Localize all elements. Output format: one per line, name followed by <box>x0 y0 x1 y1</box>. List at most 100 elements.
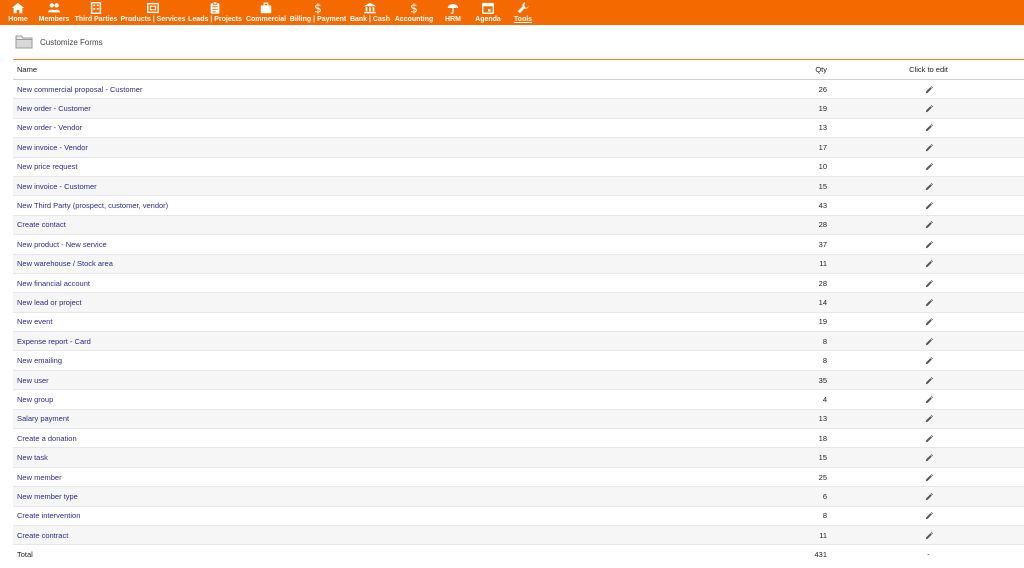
pencil-icon[interactable] <box>925 512 933 520</box>
umbrella-icon <box>447 4 459 14</box>
form-name-link[interactable]: New event <box>17 317 52 326</box>
nav-hrm[interactable]: HRM <box>440 0 466 25</box>
form-edit-cell <box>833 118 1024 139</box>
nav-tools[interactable]: Tools <box>511 0 535 25</box>
pencil-icon[interactable] <box>925 124 933 132</box>
pencil-icon[interactable] <box>925 260 933 268</box>
form-qty-cell: 8 <box>673 331 833 352</box>
form-name-link[interactable]: Create contact <box>17 220 66 229</box>
form-name-link[interactable]: Expense report - Card <box>17 337 91 346</box>
form-name-link[interactable]: New user <box>17 376 49 385</box>
form-qty-cell: 19 <box>673 98 833 119</box>
table-row: New user 35 <box>13 370 1024 391</box>
table-row: Expense report - Card 8 <box>13 331 1024 352</box>
pencil-icon[interactable] <box>925 492 933 501</box>
table-row: New Third Party (prospect, customer, ven… <box>13 195 1024 216</box>
nav-accounting[interactable]: $ Accounting <box>394 0 434 25</box>
form-name-link[interactable]: New invoice - Customer <box>17 182 97 191</box>
pencil-icon[interactable] <box>925 337 933 346</box>
nav-hrm-label: HRM <box>445 16 461 23</box>
table-row: New order - Customer 19 <box>13 98 1024 119</box>
form-qty-cell: 28 <box>673 273 833 294</box>
nav-bank-cash[interactable]: Bank | Cash <box>349 0 391 25</box>
form-name-link[interactable]: New group <box>17 395 53 404</box>
pencil-icon[interactable] <box>925 163 933 171</box>
nav-home[interactable]: Home <box>6 0 30 25</box>
table-header-row: Name Qty Click to edit <box>13 59 1024 80</box>
form-name-link[interactable]: New order - Customer <box>17 104 91 113</box>
form-edit-cell <box>833 137 1024 158</box>
nav-commercial[interactable]: Commercial <box>245 0 287 25</box>
form-name-cell: New event <box>13 312 673 333</box>
form-edit-cell <box>833 370 1024 391</box>
pencil-icon[interactable] <box>925 454 933 462</box>
form-edit-cell <box>833 467 1024 488</box>
pencil-icon[interactable] <box>925 85 933 94</box>
form-name-cell: New invoice - Vendor <box>13 137 673 158</box>
total-qty: 431 <box>673 544 833 565</box>
pencil-icon[interactable] <box>925 357 933 365</box>
form-name-link[interactable]: New emailing <box>17 356 62 365</box>
form-name-cell: New warehouse / Stock area <box>13 254 673 274</box>
form-edit-cell <box>833 447 1024 468</box>
nav-agenda[interactable]: Agenda <box>473 0 503 25</box>
pencil-icon[interactable] <box>925 221 933 229</box>
form-name-link[interactable]: Salary payment <box>17 414 69 423</box>
form-qty-cell: 13 <box>673 409 833 430</box>
page-header: Customize Forms <box>0 25 1024 59</box>
table-row: New price request 10 <box>13 157 1024 177</box>
form-name-link[interactable]: New commercial proposal - Customer <box>17 85 142 94</box>
form-qty-cell: 4 <box>673 389 833 410</box>
nav-members[interactable]: Members <box>37 0 71 25</box>
pencil-icon[interactable] <box>925 202 933 210</box>
form-edit-cell <box>833 215 1024 236</box>
pencil-icon[interactable] <box>925 415 933 423</box>
building-icon <box>90 2 102 14</box>
pencil-icon[interactable] <box>925 395 933 404</box>
form-name-link[interactable]: Create contract <box>17 531 68 540</box>
nav-products-services[interactable]: Products | Services <box>120 0 186 25</box>
nav-third-parties[interactable]: Third Parties <box>74 0 118 25</box>
pencil-icon[interactable] <box>925 473 933 482</box>
form-name-link[interactable]: New product - New service <box>17 240 107 249</box>
pencil-icon[interactable] <box>925 182 933 191</box>
form-name-link[interactable]: New task <box>17 453 48 462</box>
calendar-icon <box>482 2 494 14</box>
form-name-cell: Create a donation <box>13 428 673 449</box>
pencil-icon[interactable] <box>925 434 933 443</box>
table-row: Create contract 11 <box>13 525 1024 546</box>
pencil-icon[interactable] <box>925 279 933 288</box>
total-label: Total <box>13 544 673 565</box>
svg-text:$: $ <box>410 1 418 15</box>
nav-leads-projects[interactable]: Leads | Projects <box>188 0 242 25</box>
form-edit-cell <box>833 486 1024 507</box>
form-name-link[interactable]: New Third Party (prospect, customer, ven… <box>17 201 168 210</box>
form-name-link[interactable]: Create a donation <box>17 434 77 443</box>
top-menu-bar: Home Members Third Parties Products | Se… <box>0 0 1024 25</box>
form-name-link[interactable]: New warehouse / Stock area <box>17 259 113 268</box>
pencil-icon[interactable] <box>925 318 933 326</box>
form-name-link[interactable]: New member type <box>17 492 78 501</box>
form-name-link[interactable]: Create intervention <box>17 511 80 520</box>
pencil-icon[interactable] <box>925 240 933 249</box>
pencil-icon[interactable] <box>925 376 933 385</box>
column-header-name: Name <box>13 59 673 80</box>
form-name-cell: Create intervention <box>13 506 673 526</box>
pencil-icon[interactable] <box>925 531 933 540</box>
form-name-link[interactable]: New price request <box>17 162 77 171</box>
form-name-link[interactable]: New member <box>17 473 62 482</box>
form-name-link[interactable]: New financial account <box>17 279 90 288</box>
pencil-icon[interactable] <box>925 105 933 113</box>
form-name-cell: New user <box>13 370 673 391</box>
form-qty-cell: 26 <box>673 79 833 100</box>
form-name-link[interactable]: New order - Vendor <box>17 123 82 132</box>
form-name-link[interactable]: New invoice - Vendor <box>17 143 88 152</box>
nav-billing-payment[interactable]: $ Billing | Payment <box>290 0 346 25</box>
nav-members-label: Members <box>38 16 70 23</box>
svg-text:$: $ <box>314 1 322 15</box>
form-name-link[interactable]: New lead or project <box>17 298 82 307</box>
pencil-icon[interactable] <box>925 143 933 152</box>
form-edit-cell <box>833 409 1024 430</box>
form-edit-cell <box>833 195 1024 216</box>
pencil-icon[interactable] <box>925 299 933 307</box>
